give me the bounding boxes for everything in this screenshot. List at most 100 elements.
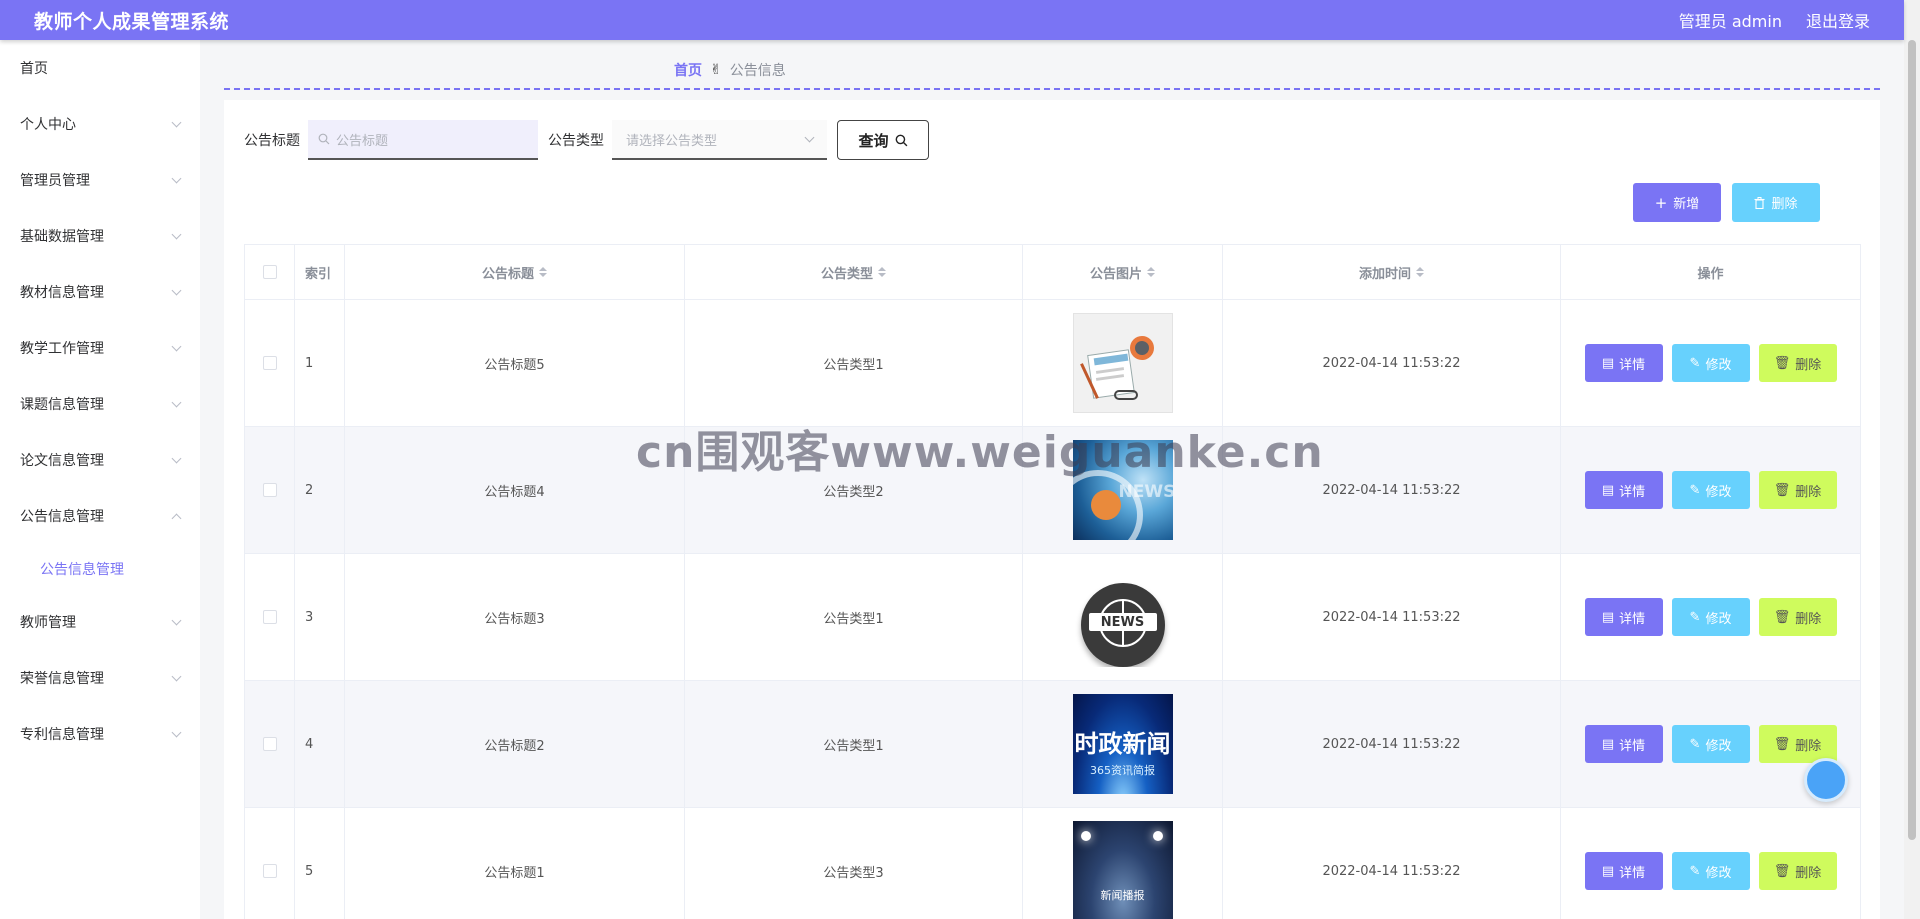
header-image[interactable]: 公告图片 <box>1023 245 1223 299</box>
edit-label: 修改 <box>1705 738 1732 754</box>
row-checkbox[interactable] <box>262 483 277 497</box>
sidebar-item-teacher[interactable]: 教师管理 <box>0 594 200 650</box>
row-title: 公告标题4 <box>345 427 685 553</box>
header-ops-label: 操作 <box>1697 266 1724 282</box>
chevron-down-icon <box>171 671 182 681</box>
detail-button[interactable]: ▤ 详情 <box>1584 344 1663 382</box>
title-filter-label: 公告标题 <box>244 133 300 149</box>
header-type[interactable]: 公告类型 <box>685 245 1023 299</box>
edit-button[interactable]: ✎ 修改 <box>1671 852 1750 890</box>
sidebar-item-home[interactable]: 首页 <box>0 40 200 96</box>
chevron-down-icon <box>171 285 182 295</box>
add-button[interactable]: + 新增 <box>1633 183 1721 222</box>
row-image-cell: 新闻播报 <box>1023 808 1223 919</box>
sidebar-item-personal-center[interactable]: 个人中心 <box>0 96 200 152</box>
trash-icon: 🗑 <box>1773 355 1791 371</box>
select-all-checkbox[interactable] <box>262 265 277 279</box>
sidebar-item-project[interactable]: 课题信息管理 <box>0 376 200 432</box>
sidebar-item-notice[interactable]: 公告信息管理 <box>0 488 200 544</box>
delete-button[interactable]: 🗑 删除 <box>1758 471 1837 509</box>
document-icon: ▤ <box>1601 355 1615 371</box>
edit-button[interactable]: ✎ 修改 <box>1671 471 1750 509</box>
row-checkbox-cell <box>245 300 295 426</box>
sidebar-item-label: 管理员管理 <box>20 173 90 189</box>
delete-button[interactable]: 🗑 删除 <box>1758 344 1837 382</box>
admin-user-label[interactable]: 管理员 admin <box>1679 8 1782 32</box>
news-globe-badge-image[interactable]: NEWS <box>1072 567 1173 667</box>
query-label: 查询 <box>858 131 889 150</box>
sidebar: 首页 个人中心 管理员管理 基础数据管理 教材信息管理 教学工作管理 课题信息管… <box>0 40 200 919</box>
sidebar-item-label: 公告信息管理 <box>20 509 104 525</box>
political-news-banner-image[interactable]: 时政新闻 365资讯简报 <box>1072 694 1173 794</box>
breadcrumb-home[interactable]: 首页 <box>674 60 702 80</box>
row-ops: ▤ 详情 ✎ 修改 🗑 删除 <box>1561 808 1860 919</box>
plus-icon: + <box>1654 193 1668 212</box>
document-icon: ▤ <box>1601 736 1615 752</box>
row-checkbox[interactable] <box>262 864 277 878</box>
sidebar-item-base-data[interactable]: 基础数据管理 <box>0 208 200 264</box>
detail-button[interactable]: ▤ 详情 <box>1584 471 1663 509</box>
detail-button[interactable]: ▤ 详情 <box>1584 852 1663 890</box>
floating-menu-button[interactable] <box>1804 758 1848 802</box>
row-checkbox[interactable] <box>262 610 277 624</box>
pencil-icon: ✎ <box>1689 736 1701 752</box>
trash-icon <box>1754 196 1765 209</box>
delete-button[interactable]: 🗑 删除 <box>1758 852 1837 890</box>
row-title: 公告标题2 <box>345 681 685 807</box>
row-index: 5 <box>295 808 345 919</box>
header-time[interactable]: 添加时间 <box>1223 245 1561 299</box>
app-title: 教师个人成果管理系统 <box>34 10 230 33</box>
delete-label: 删除 <box>1795 611 1822 627</box>
chevron-down-icon <box>171 727 182 737</box>
sidebar-item-patent[interactable]: 专利信息管理 <box>0 706 200 762</box>
edit-label: 修改 <box>1705 357 1732 373</box>
scrollbar-thumb[interactable] <box>1908 40 1916 840</box>
table-row: 2 公告标题4 公告类型2 NEWS 2022-04-14 11:53:22 ▤… <box>245 427 1860 554</box>
row-image-cell: 时政新闻 365资讯简报 <box>1023 681 1223 807</box>
sort-icon[interactable] <box>539 267 547 277</box>
news-stage-spotlight-image[interactable]: 新闻播报 <box>1072 821 1173 919</box>
page-scrollbar[interactable] <box>1904 0 1920 919</box>
sidebar-item-admin-management[interactable]: 管理员管理 <box>0 152 200 208</box>
sidebar-item-honor[interactable]: 荣誉信息管理 <box>0 650 200 706</box>
bulk-delete-button[interactable]: 删除 <box>1732 183 1820 222</box>
breadcrumb-current: 公告信息 <box>729 63 786 79</box>
search-bar: 公告标题 公告标题 公告类型 请选择公告类型 查询 <box>244 120 929 160</box>
sidebar-subitem-notice-management[interactable]: 公告信息管理 <box>0 544 200 594</box>
title-search-input[interactable]: 公告标题 <box>308 120 538 160</box>
row-index: 3 <box>295 554 345 680</box>
news-blue-globe-image[interactable]: NEWS <box>1072 440 1173 540</box>
row-checkbox[interactable] <box>262 737 277 751</box>
sort-icon[interactable] <box>1147 267 1155 277</box>
edit-button[interactable]: ✎ 修改 <box>1671 598 1750 636</box>
type-select[interactable]: 请选择公告类型 <box>612 120 827 160</box>
chevron-down-icon <box>171 229 182 239</box>
pencil-icon: ✎ <box>1689 482 1701 498</box>
edit-button[interactable]: ✎ 修改 <box>1671 725 1750 763</box>
detail-label: 详情 <box>1619 357 1646 373</box>
delete-button[interactable]: 🗑 删除 <box>1758 598 1837 636</box>
news-illustration-image[interactable] <box>1072 313 1173 413</box>
row-checkbox[interactable] <box>262 356 277 370</box>
detail-button[interactable]: ▤ 详情 <box>1584 598 1663 636</box>
row-ops: ▤ 详情 ✎ 修改 🗑 删除 <box>1561 427 1860 553</box>
sidebar-item-paper[interactable]: 论文信息管理 <box>0 432 200 488</box>
main-panel: 公告标题 公告标题 公告类型 请选择公告类型 查询 + 新增 删除 索引 公告标… <box>224 100 1880 919</box>
logout-link[interactable]: 退出登录 <box>1806 8 1870 32</box>
sidebar-item-teaching[interactable]: 教学工作管理 <box>0 320 200 376</box>
row-type: 公告类型2 <box>685 427 1023 553</box>
sidebar-item-textbook[interactable]: 教材信息管理 <box>0 264 200 320</box>
sort-icon[interactable] <box>1416 267 1424 277</box>
sidebar-item-label: 课题信息管理 <box>20 397 104 413</box>
detail-button[interactable]: ▤ 详情 <box>1584 725 1663 763</box>
detail-label: 详情 <box>1619 738 1646 754</box>
sort-icon[interactable] <box>878 267 886 277</box>
edit-button[interactable]: ✎ 修改 <box>1671 344 1750 382</box>
row-type: 公告类型1 <box>685 681 1023 807</box>
trash-icon: 🗑 <box>1773 482 1791 498</box>
query-button[interactable]: 查询 <box>837 120 929 160</box>
header-title[interactable]: 公告标题 <box>345 245 685 299</box>
header-index-label: 索引 <box>305 266 332 282</box>
row-time: 2022-04-14 11:53:22 <box>1223 427 1561 553</box>
edit-label: 修改 <box>1705 611 1732 627</box>
